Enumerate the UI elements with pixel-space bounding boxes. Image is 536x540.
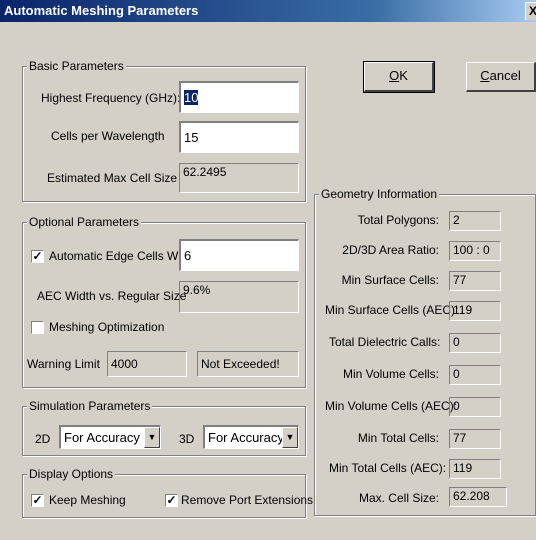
aec-width-checkbox[interactable]: ✓ (31, 250, 44, 263)
sim-2d-label: 2D (35, 432, 51, 446)
keep-meshing-checkbox[interactable]: ✓ (31, 494, 44, 507)
geometry-value: 77 (449, 271, 501, 291)
geometry-value: 62.208 (449, 487, 507, 507)
cells-per-wavelength-input[interactable]: 15 (179, 121, 299, 153)
estimated-max-cell-label: Estimated Max Cell Size (47, 171, 178, 185)
check-icon: ✓ (32, 493, 43, 507)
optional-parameters-group: Optional Parameters ✓ Automatic Edge Cel… (22, 215, 306, 388)
simulation-parameters-group: Simulation Parameters 2D For Accuracy ▼ … (22, 399, 306, 456)
close-icon[interactable]: X (525, 2, 536, 20)
geometry-value: 0 (449, 365, 501, 385)
meshing-optimization-checkbox[interactable] (31, 321, 44, 334)
cells-per-wavelength-label: Cells per Wavelength (51, 129, 165, 143)
geometry-value: 119 (449, 459, 501, 479)
geometry-value: 0 (449, 333, 501, 353)
chevron-down-icon[interactable]: ▼ (144, 427, 160, 448)
aec-width-label: Automatic Edge Cells Width (49, 249, 198, 263)
chevron-down-icon[interactable]: ▼ (282, 427, 298, 448)
geometry-label: Max. Cell Size: (358, 491, 439, 505)
warning-status-value: Not Exceeded! (197, 351, 299, 377)
sim-3d-select[interactable]: For Accuracy ▼ (203, 425, 299, 449)
highest-frequency-label: Highest Frequency (GHz): (41, 91, 181, 105)
title-bar: Automatic Meshing Parameters X (0, 0, 536, 22)
estimated-max-cell-value: 62.2495 (179, 163, 299, 193)
geometry-label: Min Total Cells: (357, 431, 439, 445)
check-icon: ✓ (166, 493, 177, 507)
geometry-label: Total Polygons: (357, 213, 439, 227)
ok-button[interactable]: OK (363, 61, 435, 93)
aec-width-input[interactable]: 6 (179, 239, 299, 271)
geometry-value: 2 (449, 211, 501, 231)
geometry-label: Min Volume Cells: (342, 367, 439, 381)
sim-3d-label: 3D (179, 432, 195, 446)
display-options-legend: Display Options (27, 467, 116, 481)
basic-parameters-group: Basic Parameters Highest Frequency (GHz)… (22, 59, 306, 202)
geometry-value: 100 : 0 (449, 241, 501, 261)
check-icon: ✓ (32, 249, 43, 263)
geometry-label: Min Total Cells (AEC): (329, 461, 447, 475)
geometry-label: 2D/3D Area Ratio: (342, 243, 439, 257)
geometry-label: Min Volume Cells (AEC): (325, 399, 458, 413)
remove-port-extensions-checkbox[interactable]: ✓ (165, 494, 178, 507)
geometry-information-group: Geometry Information Total Polygons: 2 2… (314, 187, 536, 516)
basic-parameters-legend: Basic Parameters (27, 59, 126, 73)
simulation-parameters-legend: Simulation Parameters (27, 399, 153, 413)
highest-frequency-input[interactable]: 10 (179, 81, 299, 113)
geometry-label: Total Dielectric Calls: (329, 335, 441, 349)
remove-port-extensions-label: Remove Port Extensions (181, 493, 314, 507)
geometry-value: 77 (449, 429, 501, 449)
geometry-value: 0 (449, 397, 501, 417)
display-options-group: Display Options ✓ Keep Meshing ✓ Remove … (22, 467, 313, 518)
geometry-value: 119 (449, 301, 501, 321)
window-title: Automatic Meshing Parameters (4, 3, 199, 18)
warning-limit-value: 4000 (107, 351, 187, 377)
aec-vs-regular-label: AEC Width vs. Regular Size (37, 289, 187, 303)
sim-2d-select[interactable]: For Accuracy ▼ (59, 425, 161, 449)
geometry-label: Min Surface Cells: (341, 273, 439, 287)
meshing-optimization-label: Meshing Optimization (49, 320, 165, 334)
aec-vs-regular-value: 9.6% (179, 281, 299, 313)
geometry-label: Min Surface Cells (AEC): (325, 303, 459, 317)
warning-limit-label: Warning Limit (27, 357, 100, 371)
geometry-information-legend: Geometry Information (319, 187, 440, 201)
keep-meshing-label: Keep Meshing (49, 493, 126, 507)
optional-parameters-legend: Optional Parameters (27, 215, 142, 229)
cancel-button[interactable]: Cancel (466, 62, 536, 92)
